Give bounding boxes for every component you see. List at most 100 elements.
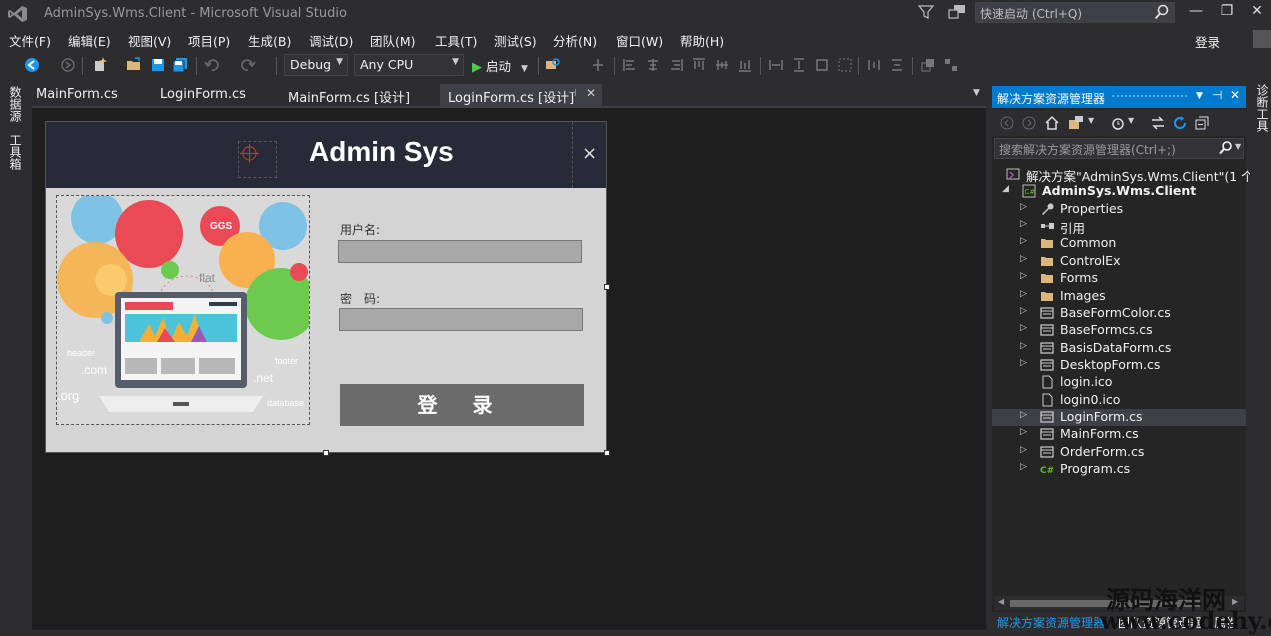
vertical-spacing-icon[interactable] [889,57,905,73]
chevron-down-icon[interactable]: ▼ [1235,142,1241,151]
expand-arrow-icon[interactable]: ▷ [1020,236,1027,246]
menu-build[interactable]: 生成(B) [248,31,291,50]
collapse-arrow-icon[interactable]: ◢ [1002,184,1009,194]
resize-handle-right[interactable] [604,284,610,290]
menu-debug[interactable]: 调试(D) [309,31,353,50]
chevron-down-icon[interactable]: ▼ [1088,116,1094,125]
tab-order-icon[interactable] [943,57,959,73]
expand-arrow-icon[interactable]: ▷ [1020,358,1027,368]
align-centers-icon[interactable] [645,57,661,73]
size-to-grid-icon[interactable] [837,57,853,73]
tree-item[interactable]: ▷ Forms [992,270,1246,287]
tree-item[interactable]: login0.ico [992,392,1246,409]
switch-views-icon[interactable] [1068,115,1084,131]
solution-explorer-header[interactable]: 解决方案资源管理器 ▼ ⊣ ✕ [992,86,1246,108]
tree-item[interactable]: ▷ MainForm.cs [992,426,1246,443]
menu-file[interactable]: 文件(F) [9,31,51,50]
menu-test[interactable]: 测试(S) [494,31,537,50]
username-input[interactable] [338,240,582,263]
filter-icon[interactable] [918,4,934,20]
pin-icon[interactable]: ⊣ [1212,88,1222,102]
tab-mainform-cs[interactable]: MainForm.cs [28,84,126,106]
forward-icon[interactable] [1022,116,1036,130]
expand-arrow-icon[interactable]: ▷ [1020,341,1027,351]
expand-arrow-icon[interactable]: ▷ [1020,219,1027,229]
tree-project-node[interactable]: ◢ C# AdminSys.Wms.Client [992,183,1246,200]
expand-arrow-icon[interactable]: ▷ [1020,202,1027,212]
menu-help[interactable]: 帮助(H) [680,31,724,50]
minimize-button[interactable]: — [1181,0,1211,24]
pin-icon[interactable]: ⊣ [568,88,577,99]
navigate-forward-icon[interactable] [60,57,76,73]
form-close-button[interactable]: × [572,122,606,188]
horizontal-spacing-icon[interactable] [866,57,882,73]
save-icon[interactable] [150,57,166,73]
diagnostics-tab[interactable]: 诊断工具 [1254,84,1271,132]
search-icon[interactable] [1219,141,1233,155]
scroll-left-icon[interactable]: ◀ [998,597,1004,606]
close-tab-icon[interactable]: ✕ [586,86,596,100]
restore-button[interactable]: ❐ [1212,0,1242,24]
align-lefts-icon[interactable] [622,57,638,73]
resize-handle-bottom[interactable] [323,450,329,456]
tab-loginform-design[interactable]: LoginForm.cs [设计] ⊣ ✕ [440,84,602,106]
close-panel-icon[interactable]: ✕ [1230,88,1240,102]
align-middles-icon[interactable] [714,57,730,73]
tree-item[interactable]: ▷ BasisDataForm.cs [992,340,1246,357]
tree-solution-node[interactable]: 解决方案"AdminSys.Wms.Client"(1 个项 [992,166,1266,184]
back-icon[interactable] [1000,116,1014,130]
tree-item[interactable]: ▷ DesktopForm.cs [992,357,1246,374]
close-window-button[interactable]: ✕ [1242,0,1271,24]
expand-arrow-icon[interactable]: ▷ [1020,289,1027,299]
tree-item[interactable]: ▷ C# Program.cs [992,461,1246,478]
chevron-down-icon[interactable]: ▼ [1196,91,1203,101]
feedback-icon[interactable] [948,4,966,20]
make-same-width-icon[interactable] [768,57,784,73]
tree-item[interactable]: ▷ 引用 [992,218,1246,236]
configuration-select[interactable]: Debug ▼ [284,54,348,76]
menu-window[interactable]: 窗口(W) [616,31,663,50]
tree-item[interactable]: ▷ ControlEx [992,253,1246,270]
align-rights-icon[interactable] [668,57,684,73]
tab-solution-explorer[interactable]: 解决方案资源管理器 [997,614,1105,631]
redo-icon[interactable] [240,57,256,73]
align-grid-icon[interactable] [590,57,606,73]
expand-arrow-icon[interactable]: ▷ [1020,271,1027,281]
sync-icon[interactable] [1150,115,1166,131]
start-debugging-button[interactable]: ▶ 启动 ▼ [472,56,528,76]
refresh-icon[interactable] [1172,115,1188,131]
illustration-picture[interactable]: GGS flat header .com footer .net .org da… [56,195,310,425]
home-icon[interactable] [1044,115,1060,131]
login-form[interactable]: Admin Sys × GGS flat header .com footer … [45,121,607,453]
platform-select[interactable]: Any CPU ▼ [354,54,464,76]
tree-item[interactable]: ▷ BaseFormcs.cs [992,322,1246,339]
menu-tools[interactable]: 工具(T) [435,31,477,50]
navigate-back-icon[interactable] [24,57,40,73]
save-all-icon[interactable] [172,57,188,73]
make-same-size-icon[interactable] [814,57,830,73]
bring-to-front-icon[interactable] [920,57,936,73]
datasource-tab[interactable]: 数据源 [7,86,24,122]
menu-edit[interactable]: 编辑(E) [68,31,111,50]
expand-arrow-icon[interactable]: ▷ [1020,410,1027,420]
tab-loginform-cs[interactable]: LoginForm.cs [152,84,254,106]
quick-launch-input[interactable]: 快速启动 (Ctrl+Q) [975,2,1175,23]
tree-item[interactable]: ▷ BaseFormColor.cs [992,305,1246,322]
expand-arrow-icon[interactable]: ▷ [1020,323,1027,333]
tree-item[interactable]: ▷ Properties [992,201,1246,218]
open-file-icon[interactable] [126,57,142,73]
tree-item[interactable]: ▷ Images [992,288,1246,305]
expand-arrow-icon[interactable]: ▷ [1020,462,1027,472]
tab-overflow-icon[interactable]: ▼ [973,88,980,98]
make-same-height-icon[interactable] [791,57,807,73]
account-icon[interactable] [1253,30,1271,48]
pending-changes-icon[interactable] [1110,115,1126,131]
expand-arrow-icon[interactable]: ▷ [1020,427,1027,437]
tree-item[interactable]: ▷ OrderForm.cs [992,444,1246,461]
menu-view[interactable]: 视图(V) [128,31,171,50]
menu-project[interactable]: 项目(P) [188,31,230,50]
chevron-down-icon[interactable]: ▼ [1128,116,1134,125]
tree-item[interactable]: ▷ Common [992,235,1246,252]
undo-icon[interactable] [204,57,220,73]
new-project-icon[interactable] [92,57,108,73]
